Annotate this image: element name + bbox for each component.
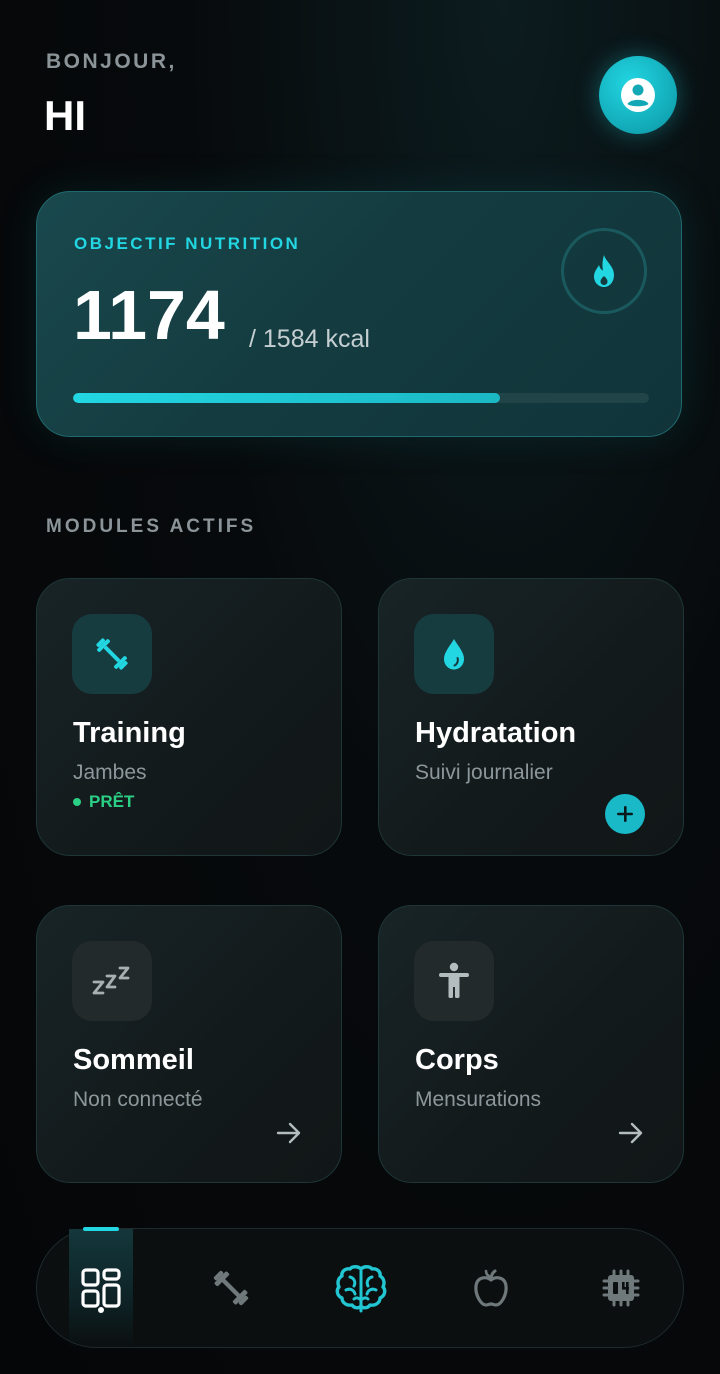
hydration-icon-box [414,614,494,694]
module-subtitle: Non connecté [73,1088,203,1111]
module-title: Hydratation [415,717,577,749]
module-card-body[interactable]: Corps Mensurations [378,905,684,1183]
module-status: PRÊT [73,792,134,812]
nav-item-brain[interactable] [329,1229,393,1347]
status-dot [73,798,81,806]
chip-icon [602,1269,640,1307]
nav-item-nutrition[interactable] [459,1229,523,1347]
module-card-sleep[interactable]: Sommeil Non connecté [36,905,342,1183]
module-title: Sommeil [73,1044,194,1076]
arrow-right-icon[interactable] [617,1119,645,1147]
nav-item-dashboard[interactable] [69,1227,133,1347]
modules-section-label: MODULES ACTIFS [46,516,257,537]
water-drop-icon [444,639,464,670]
body-icon-box [414,941,494,1021]
sleep-icon-box [72,941,152,1021]
sleep-zzz-icon [92,966,130,995]
module-subtitle: Mensurations [415,1088,542,1111]
module-subtitle: Suivi journalier [415,761,553,784]
calories-target: / 1584 kcal [249,325,370,353]
arrow-right-icon[interactable] [275,1119,303,1147]
greeting-label: BONJOUR, [46,50,177,73]
nav-item-chip[interactable] [589,1229,653,1347]
add-water-button[interactable] [605,794,645,834]
flame-badge [561,228,647,314]
status-label: PRÊT [89,792,135,811]
nav-item-training[interactable] [199,1229,263,1347]
nutrition-title: OBJECTIF NUTRITION [74,234,301,253]
nav-active-indicator [83,1227,119,1231]
flame-icon [594,255,614,287]
dumbbell-icon [213,1270,249,1306]
module-card-hydration[interactable]: Hydratation Suivi journalier [378,578,684,856]
bottom-nav [36,1227,684,1348]
dumbbell-icon [96,638,128,670]
brain-icon [335,1265,387,1313]
greeting-name: HI [44,92,86,139]
nav-active-dot [98,1307,104,1313]
add-icon [617,806,633,822]
profile-avatar-button[interactable] [599,56,677,134]
calories-progress-fill [73,393,500,403]
user-icon [621,78,655,112]
dashboard-grid-icon [81,1268,121,1308]
apple-icon [474,1269,508,1307]
module-card-training[interactable]: Training Jambes PRÊT [36,578,342,856]
module-title: Training [73,717,186,749]
module-subtitle: Jambes [73,761,147,784]
calories-current: 1174 [73,276,225,354]
body-icon [439,962,469,998]
training-icon-box [72,614,152,694]
nutrition-goal-card[interactable]: OBJECTIF NUTRITION 1174 / 1584 kcal [36,191,682,437]
module-title: Corps [415,1044,499,1076]
calories-progress-bar [73,393,649,403]
